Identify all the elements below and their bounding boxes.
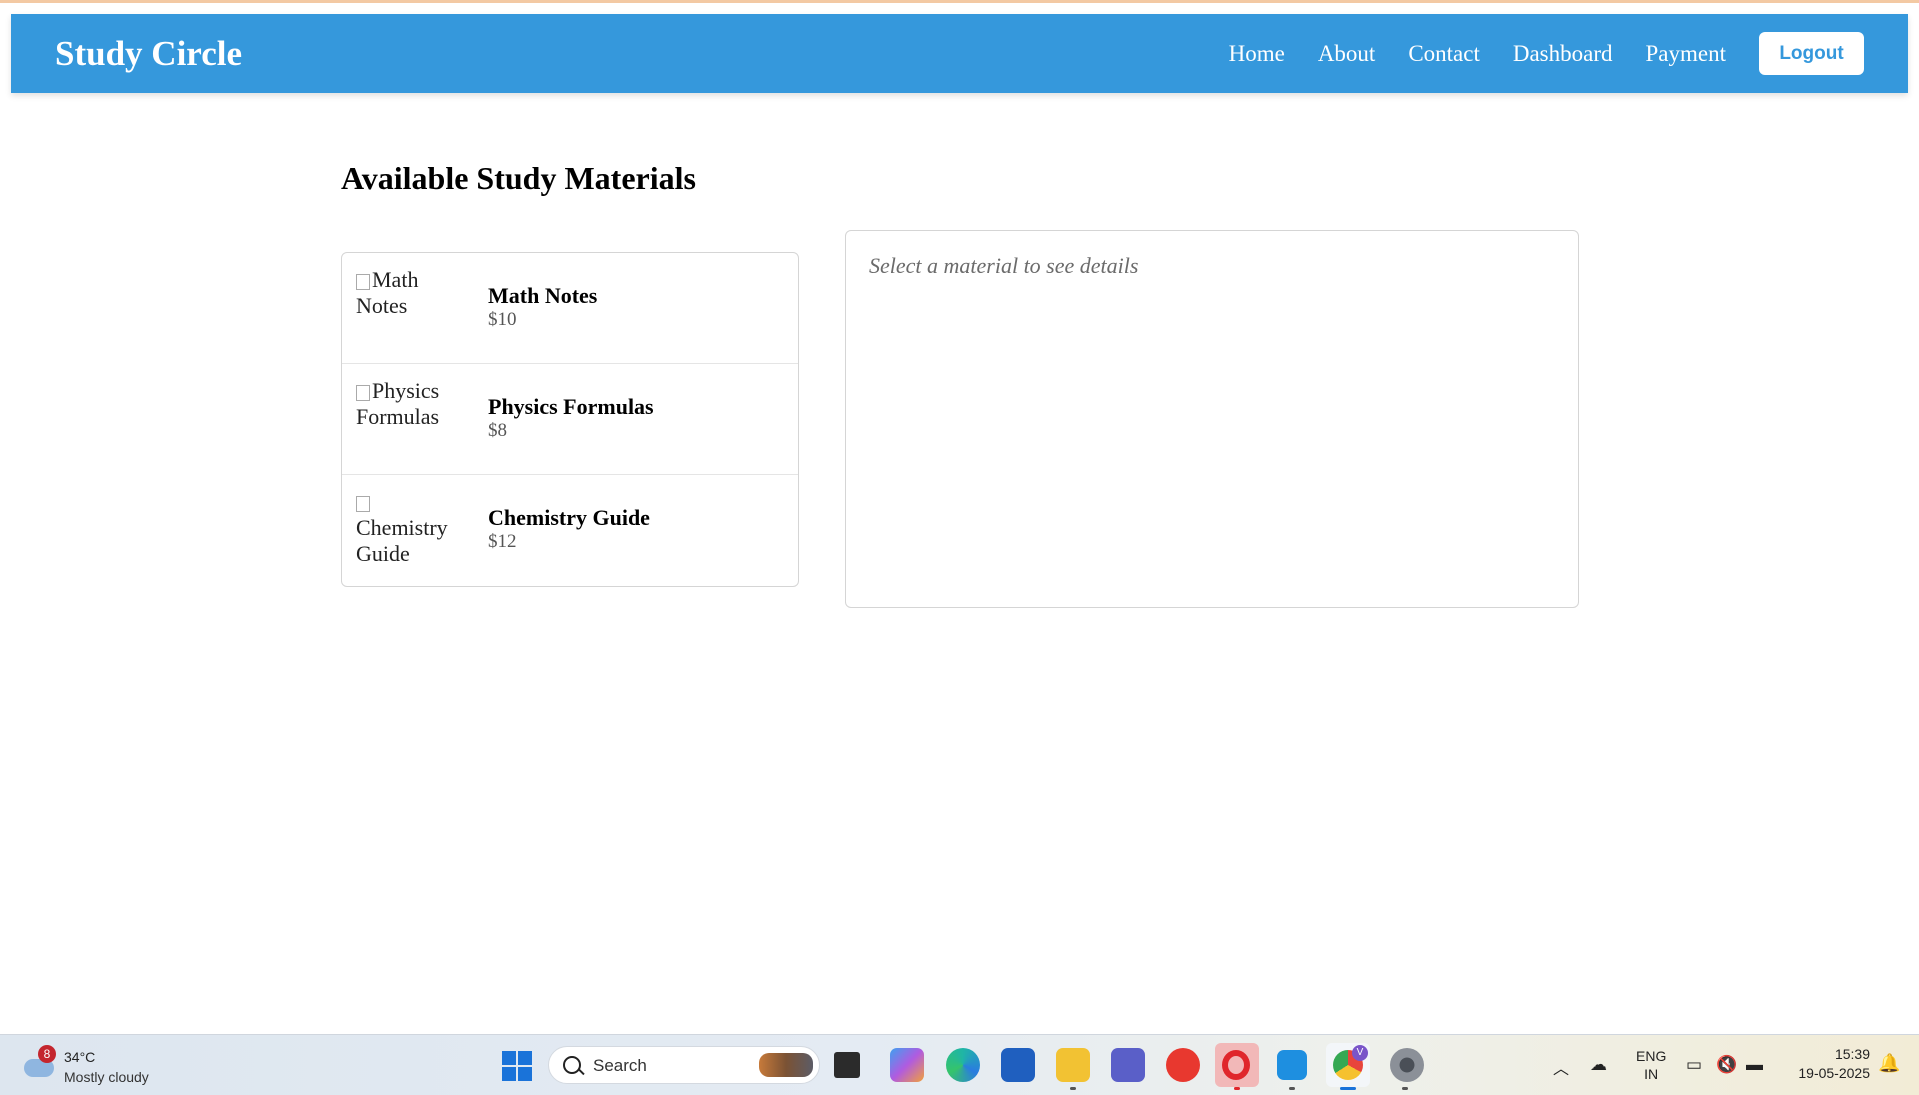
material-name: Math Notes (488, 283, 598, 308)
settings-icon[interactable] (1390, 1048, 1424, 1082)
material-item-math[interactable]: Math Notes Math Notes $10 (342, 253, 798, 364)
material-name: Chemistry Guide (488, 505, 650, 530)
search-highlight-icon (759, 1053, 813, 1077)
nav-contact-link[interactable]: Contact (1408, 41, 1480, 67)
vscode-icon[interactable] (1277, 1050, 1307, 1080)
edge-icon[interactable] (946, 1048, 980, 1082)
running-indicator (1402, 1087, 1408, 1090)
teams-icon[interactable] (1111, 1048, 1145, 1082)
opera-icon[interactable] (1222, 1050, 1250, 1080)
network-icon[interactable]: ▭ (1686, 1055, 1702, 1075)
weather-badge: 8 (38, 1045, 56, 1063)
clock-date: 19-05-2025 (1798, 1065, 1870, 1081)
nav-dashboard-link[interactable]: Dashboard (1513, 41, 1613, 67)
nav-links: Home About Contact Dashboard Payment Log… (1229, 14, 1864, 93)
store-icon[interactable] (1001, 1048, 1035, 1082)
material-price: $8 (488, 420, 507, 441)
material-item-physics[interactable]: Physics Formulas Physics Formulas $8 (342, 364, 798, 475)
logout-button[interactable]: Logout (1759, 32, 1864, 75)
volume-mute-icon[interactable]: 🔇 (1716, 1055, 1737, 1075)
material-thumbnail: Physics Formulas (356, 378, 466, 462)
weather-widget[interactable]: 8 34°C Mostly cloudy (22, 1045, 172, 1087)
battery-icon[interactable]: ▬ (1746, 1055, 1763, 1075)
nav-home-link[interactable]: Home (1229, 41, 1285, 67)
materials-list: Math Notes Math Notes $10 Physics Formul… (341, 252, 799, 587)
active-indicator (1340, 1087, 1356, 1090)
running-indicator (1070, 1087, 1076, 1090)
material-price: $10 (488, 309, 517, 330)
chevron-up-icon[interactable]: ︿ (1553, 1055, 1569, 1079)
onedrive-icon[interactable]: ☁ (1590, 1055, 1607, 1075)
broken-image-icon (356, 273, 370, 290)
brand-logo[interactable]: Study Circle (55, 14, 242, 93)
material-thumbnail: Math Notes (356, 267, 466, 351)
window-top-edge (0, 0, 1919, 3)
search-icon (563, 1056, 581, 1074)
taskbar: 8 34°C Mostly cloudy Search V ︿ ☁ ENG IN… (0, 1034, 1919, 1095)
material-detail-panel: Select a material to see details (845, 230, 1579, 608)
nav-payment-link[interactable]: Payment (1646, 41, 1727, 67)
running-indicator (1234, 1087, 1240, 1090)
notification-bell-icon[interactable]: 🔔 (1878, 1053, 1900, 1074)
file-manager-icon[interactable] (834, 1052, 860, 1078)
navbar: Study Circle Home About Contact Dashboar… (11, 14, 1908, 93)
nav-about-link[interactable]: About (1318, 41, 1376, 67)
search-label: Search (593, 1056, 647, 1075)
wps-icon[interactable] (1166, 1048, 1200, 1082)
material-item-chemistry[interactable]: Chemistry Guide Chemistry Guide $12 (342, 475, 798, 586)
language-indicator[interactable]: ENG IN (1636, 1047, 1666, 1083)
running-indicator (1289, 1087, 1295, 1090)
explorer-icon[interactable] (1056, 1048, 1090, 1082)
chrome-profile-badge: V (1352, 1045, 1368, 1061)
material-price: $12 (488, 531, 517, 552)
page-title: Available Study Materials (341, 160, 696, 196)
copilot-icon[interactable] (890, 1048, 924, 1082)
material-thumbnail: Chemistry Guide (356, 489, 466, 573)
clock[interactable]: 15:39 19-05-2025 (1782, 1045, 1870, 1083)
weather-temp: 34°C (64, 1049, 96, 1065)
material-name: Physics Formulas (488, 394, 654, 419)
start-icon[interactable] (502, 1051, 532, 1081)
thumbnail-alt-text: Chemistry Guide (356, 515, 448, 566)
weather-condition: Mostly cloudy (64, 1069, 149, 1085)
clock-time: 15:39 (1834, 1046, 1870, 1062)
language-code: ENG (1636, 1048, 1667, 1064)
taskbar-search[interactable]: Search (548, 1046, 820, 1084)
region-code: IN (1644, 1066, 1659, 1082)
detail-placeholder: Select a material to see details (869, 253, 1139, 278)
broken-image-icon (356, 495, 370, 512)
broken-image-icon (356, 384, 370, 401)
